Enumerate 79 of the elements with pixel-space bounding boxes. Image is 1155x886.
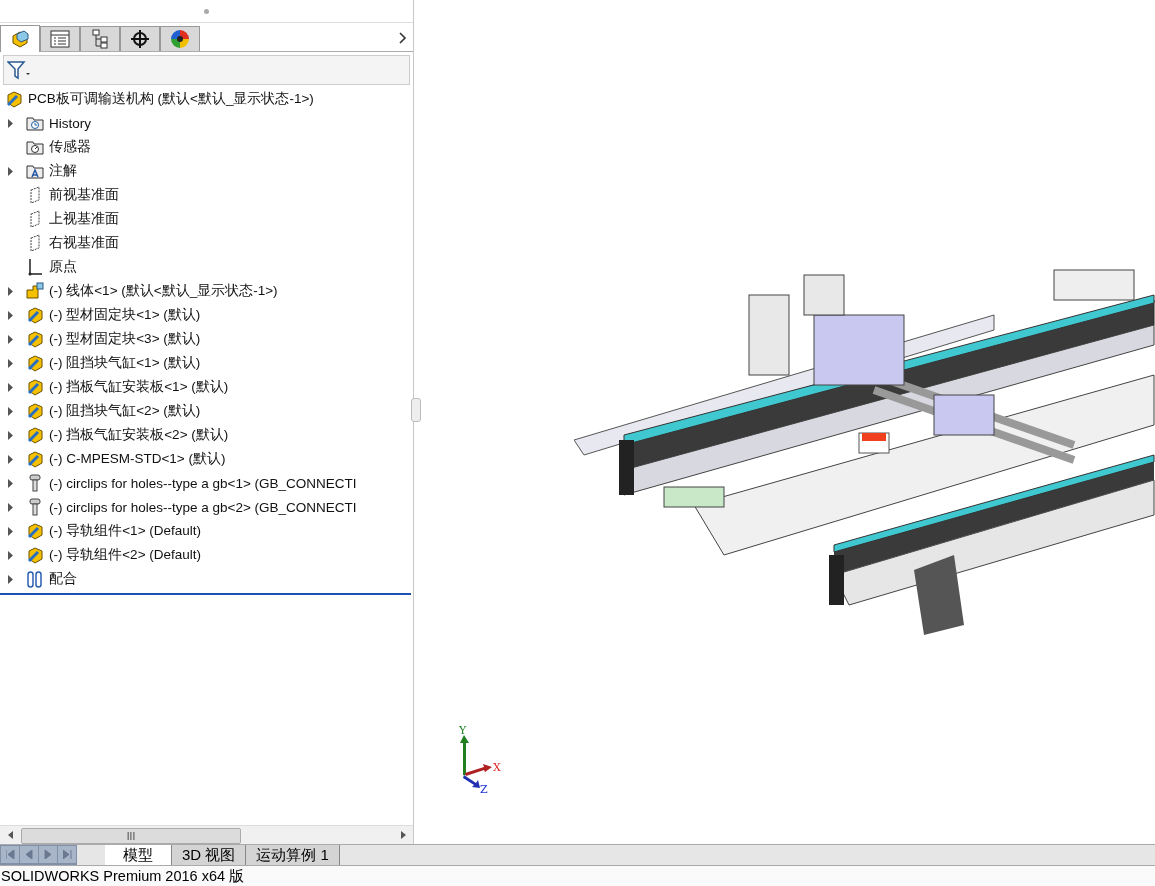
nav-arrow-icon [62,850,72,859]
tree-item-label[interactable]: 右视基准面 [49,234,119,252]
tree-item-label[interactable]: (-) 挡板气缸安装板<1> (默认) [49,378,229,396]
tree-item-label[interactable]: (-) 阻挡块气缸<1> (默认) [49,354,201,372]
part-icon [25,402,45,420]
tree-item-label[interactable]: History [49,115,91,131]
expand-arrow-icon[interactable] [8,430,13,440]
part-icon [25,450,45,468]
paperclip-icon [26,570,44,588]
tree-item-label[interactable]: (-) 线体<1> (默认<默认_显示状态-1>) [49,282,278,300]
expand-arrow-icon[interactable] [8,454,13,464]
tree-item-label[interactable]: 传感器 [49,138,91,156]
gauge-folder-icon [26,139,44,155]
scrollbar-thumb[interactable]: III [21,828,241,844]
filter-icon[interactable] [7,60,31,80]
view-tab[interactable]: 3D 视图 [172,845,247,865]
plane-icon [28,210,42,228]
assembly-icon [25,282,45,300]
expand-arrow-icon[interactable] [8,382,13,392]
chevron-right-icon[interactable] [399,32,407,44]
part-icon [25,378,45,396]
panel-grip[interactable] [204,8,209,14]
color-wheel-icon [170,29,190,49]
part-icon [25,306,45,324]
tree-item-label[interactable]: (-) circlips for holes--type a gb<2> (GB_CONNECTI [49,499,357,515]
expand-arrow-icon[interactable] [8,334,13,344]
panel-tab[interactable] [80,26,120,51]
scroll-right-icon[interactable] [400,831,406,839]
tree-item-label[interactable]: (-) 阻挡块气缸<2> (默认) [49,402,201,420]
part-icon [25,546,45,564]
tree-item-label[interactable]: 注解 [49,162,77,180]
part-icon [4,90,24,108]
part-icon [25,354,45,372]
panel-tab[interactable] [120,26,160,51]
tree-item-label[interactable]: (-) 导轨组件<2> (Default) [49,546,202,564]
panel-tab[interactable] [160,26,200,51]
tree-item-label[interactable]: (-) C-MPESM-STD<1> (默认) [49,450,226,468]
expand-arrow-icon[interactable] [8,310,13,320]
tree-item-label[interactable]: (-) 挡板气缸安装板<2> (默认) [49,426,229,444]
origin-axes-icon [27,258,43,276]
axis-triad-drawing: Y X Z [459,725,501,795]
status-bar-text: SOLIDWORKS Premium 2016 x64 版 [0,866,1155,886]
part-icon [25,522,45,540]
part-icon [25,330,45,348]
tree-item-label[interactable]: (-) circlips for holes--type a gb<1> (GB_CONNECTI [49,475,357,491]
part-icon [25,426,45,444]
list-icon [50,30,70,48]
tree-item-label[interactable]: 配合 [49,570,77,588]
view-tab[interactable]: 运动算例 1 [246,845,340,865]
plane-icon [28,234,42,252]
cube-icon [10,29,30,49]
scroll-left-icon[interactable] [7,831,13,839]
crosshair-icon [130,29,150,49]
tree-item-label[interactable]: 上视基准面 [49,210,119,228]
expand-arrow-icon[interactable] [8,166,13,176]
bolt-icon [28,474,42,492]
expand-arrow-icon[interactable] [8,502,13,512]
expand-arrow-icon[interactable] [8,574,13,584]
plane-icon [28,186,42,204]
hierarchy-icon [91,29,109,49]
expand-arrow-icon[interactable] [8,118,13,128]
clock-folder-icon [26,115,44,131]
letter-folder-icon [26,163,44,179]
expand-arrow-icon[interactable] [8,358,13,368]
expand-arrow-icon[interactable] [8,286,13,296]
expand-arrow-icon[interactable] [8,526,13,536]
tree-item-label[interactable]: 前视基准面 [49,186,119,204]
bolt-icon [28,498,42,516]
expand-arrow-icon[interactable] [8,550,13,560]
expand-arrow-icon[interactable] [8,478,13,488]
tree-item-label[interactable]: 原点 [49,258,77,276]
nav-arrow-icon [5,850,15,859]
panel-collapse-handle[interactable] [411,398,421,422]
view-tab[interactable]: 模型 [105,845,172,865]
tree-item-label[interactable]: (-) 型材固定块<3> (默认) [49,330,201,348]
tree-item-label[interactable]: (-) 型材固定块<1> (默认) [49,306,201,324]
expand-arrow-icon[interactable] [8,406,13,416]
tree-item-label[interactable]: (-) 导轨组件<1> (Default) [49,522,202,540]
tree-root-label[interactable]: PCB板可调输送机构 (默认<默认_显示状态-1>) [28,90,314,108]
